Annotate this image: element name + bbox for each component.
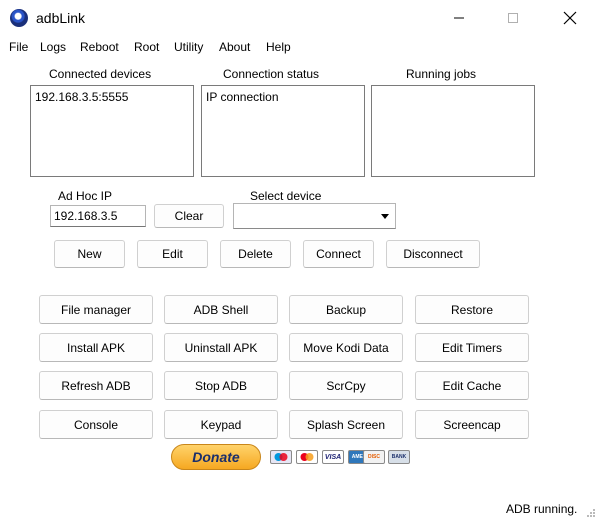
splash-screen-button[interactable]: Splash Screen [289,410,403,439]
maximize-icon [508,13,518,23]
screencap-button[interactable]: Screencap [415,410,529,439]
move-kodi-data-button[interactable]: Move Kodi Data [289,333,403,362]
stop-adb-button[interactable]: Stop ADB [164,371,278,400]
select-device-label: Select device [250,189,322,203]
new-button[interactable]: New [54,240,125,268]
scrcpy-button[interactable]: ScrCpy [289,371,403,400]
uninstall-apk-button[interactable]: Uninstall APK [164,333,278,362]
menu-file[interactable]: File [9,40,28,54]
adhoc-ip-input[interactable] [50,205,146,227]
edit-button[interactable]: Edit [137,240,208,268]
menu-bar: File Logs Reboot Root Utility About Help [0,38,600,56]
connected-devices-label: Connected devices [49,67,152,81]
minimize-button[interactable] [436,0,482,36]
adblink-icon [10,9,28,27]
window-title: adbLink [36,10,86,26]
select-device-dropdown[interactable] [233,203,396,229]
menu-root[interactable]: Root [134,40,159,54]
edit-timers-button[interactable]: Edit Timers [415,333,529,362]
status-text: ADB running. [506,502,578,516]
menu-logs[interactable]: Logs [40,40,66,54]
backup-button[interactable]: Backup [289,295,403,324]
file-manager-button[interactable]: File manager [39,295,153,324]
maximize-button[interactable] [490,0,536,36]
close-button[interactable] [547,0,593,36]
clear-button[interactable]: Clear [154,204,224,228]
connection-status-list[interactable]: IP connection [201,85,365,177]
donate-button[interactable]: Donate [171,444,261,470]
disconnect-button[interactable]: Disconnect [386,240,480,268]
visa-card-icon: VISA [322,450,344,464]
delete-button[interactable]: Delete [220,240,291,268]
edit-cache-button[interactable]: Edit Cache [415,371,529,400]
minimize-icon [454,17,464,19]
resize-grip-icon[interactable] [586,508,596,518]
connect-button[interactable]: Connect [303,240,374,268]
running-jobs-list[interactable] [371,85,535,177]
list-item[interactable]: 192.168.3.5:5555 [35,90,128,104]
connection-status-label: Connection status [223,67,320,81]
adhoc-ip-label: Ad Hoc IP [58,189,113,203]
menu-about[interactable]: About [219,40,250,54]
menu-utility[interactable]: Utility [174,40,203,54]
bank-card-icon: BANK [388,450,410,464]
install-apk-button[interactable]: Install APK [39,333,153,362]
maestro-card-icon [270,450,292,464]
title-bar: adbLink [0,0,600,36]
keypad-button[interactable]: Keypad [164,410,278,439]
running-jobs-label: Running jobs [406,67,477,81]
restore-button[interactable]: Restore [415,295,529,324]
menu-help[interactable]: Help [266,40,291,54]
refresh-adb-button[interactable]: Refresh ADB [39,371,153,400]
mastercard-card-icon [296,450,318,464]
connected-devices-list[interactable]: 192.168.3.5:5555 [30,85,194,177]
adb-shell-button[interactable]: ADB Shell [164,295,278,324]
close-icon [563,11,577,25]
menu-reboot[interactable]: Reboot [80,40,119,54]
list-item: IP connection [206,90,279,104]
discover-card-icon: DISC [363,450,385,464]
chevron-down-icon [381,214,389,219]
console-button[interactable]: Console [39,410,153,439]
